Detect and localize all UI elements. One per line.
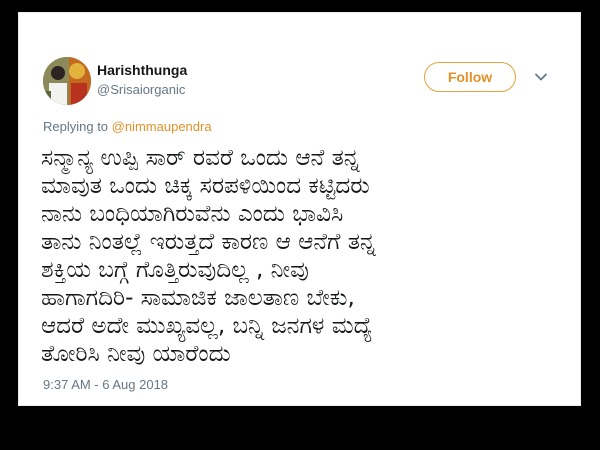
author-handle[interactable]: @Srisaiorganic xyxy=(97,82,185,97)
chevron-down-icon[interactable] xyxy=(533,69,549,85)
follow-button[interactable]: Follow xyxy=(424,62,516,92)
avatar[interactable] xyxy=(43,57,91,105)
tweet-timestamp[interactable]: 9:37 AM - 6 Aug 2018 xyxy=(43,377,168,392)
reply-prefix: Replying to xyxy=(43,119,112,134)
reply-mention-link[interactable]: @nimmaupendra xyxy=(112,119,212,134)
reply-context: Replying to @nimmaupendra xyxy=(43,119,212,134)
tweet-card: Harishthunga @Srisaiorganic Follow Reply… xyxy=(18,12,581,406)
author-name[interactable]: Harishthunga xyxy=(97,62,187,78)
tweet-text: ಸನ್ಮಾನ್ಯ ಉಪ್ಪಿ ಸಾರ್ ರವರೆ ಒಂದು ಆನೆ ತನ್ನ ಮ… xyxy=(41,145,376,367)
avatar-image xyxy=(43,57,91,105)
